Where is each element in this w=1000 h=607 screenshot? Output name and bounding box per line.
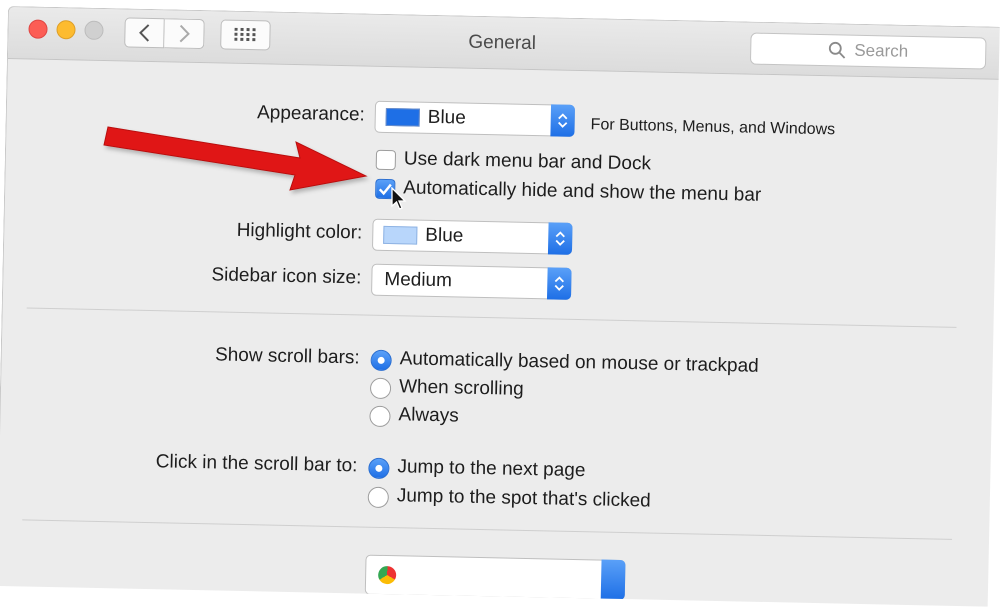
sidebar-icon-size-label: Sidebar icon size: [211, 264, 362, 289]
system-preferences-window: General Search Appearance: Blue For Butt… [0, 6, 1000, 607]
popup-arrows-icon [550, 104, 576, 137]
navigation-buttons [124, 17, 205, 50]
forward-button[interactable] [164, 18, 205, 50]
dark-menu-checkbox[interactable] [375, 149, 397, 171]
jump-to-spot-radio[interactable] [367, 486, 390, 509]
click-scroll-bar-label: Click in the scroll bar to: [155, 451, 358, 477]
auto-hide-menu-label: Automatically hide and show the menu bar [403, 177, 762, 206]
search-input[interactable]: Search [749, 32, 987, 70]
mouse-pointer-icon [391, 187, 407, 210]
popup-arrows-icon [600, 559, 626, 601]
scroll-bars-always-label: Always [398, 404, 459, 427]
highlight-color-popup[interactable]: Blue [371, 218, 573, 255]
default-browser-popup[interactable] [364, 554, 626, 601]
grid-icon [234, 27, 256, 42]
sidebar-icon-size-value: Medium [384, 268, 453, 292]
jump-next-page-label: Jump to the next page [397, 456, 586, 482]
search-placeholder: Search [854, 40, 909, 61]
appearance-label: Appearance: [256, 102, 366, 126]
scroll-bars-always-radio[interactable] [369, 405, 391, 428]
chevron-right-icon [179, 24, 190, 43]
back-button[interactable] [124, 17, 165, 49]
close-window-button[interactable] [28, 19, 48, 39]
search-icon [828, 41, 846, 59]
jump-next-page-radio[interactable] [368, 457, 390, 480]
minimize-window-button[interactable] [56, 20, 76, 40]
chevron-left-icon [139, 24, 150, 42]
show-all-button[interactable] [220, 19, 271, 51]
browser-app-icon [377, 565, 397, 585]
sidebar-icon-size-popup[interactable]: Medium [371, 263, 572, 300]
scroll-bars-label: Show scroll bars: [214, 344, 360, 369]
appearance-swatch [385, 107, 420, 127]
appearance-value: Blue [427, 106, 467, 129]
scroll-bars-when-scrolling-label: When scrolling [398, 376, 524, 400]
window-title: General [468, 31, 537, 55]
section-divider [22, 519, 953, 540]
highlight-color-label: Highlight color: [236, 219, 363, 244]
zoom-window-button[interactable] [84, 20, 104, 41]
popup-arrows-icon [547, 222, 573, 255]
dark-menu-label: Use dark menu bar and Dock [403, 148, 652, 175]
highlight-color-value: Blue [425, 224, 464, 247]
popup-arrows-icon [546, 267, 572, 300]
appearance-popup[interactable]: Blue [374, 100, 576, 137]
screenshot-stage: General Search Appearance: Blue For Butt… [0, 0, 1000, 607]
section-divider [26, 307, 957, 328]
appearance-note: For Buttons, Menus, and Windows [590, 116, 836, 139]
scroll-bars-when-scrolling-radio[interactable] [369, 377, 392, 400]
scroll-bars-auto-radio[interactable] [370, 349, 392, 372]
scroll-bars-auto-label: Automatically based on mouse or trackpad [399, 348, 759, 377]
title-bar: General Search [7, 7, 1000, 80]
jump-to-spot-label: Jump to the spot that's clicked [396, 485, 651, 512]
highlight-swatch [383, 225, 418, 245]
